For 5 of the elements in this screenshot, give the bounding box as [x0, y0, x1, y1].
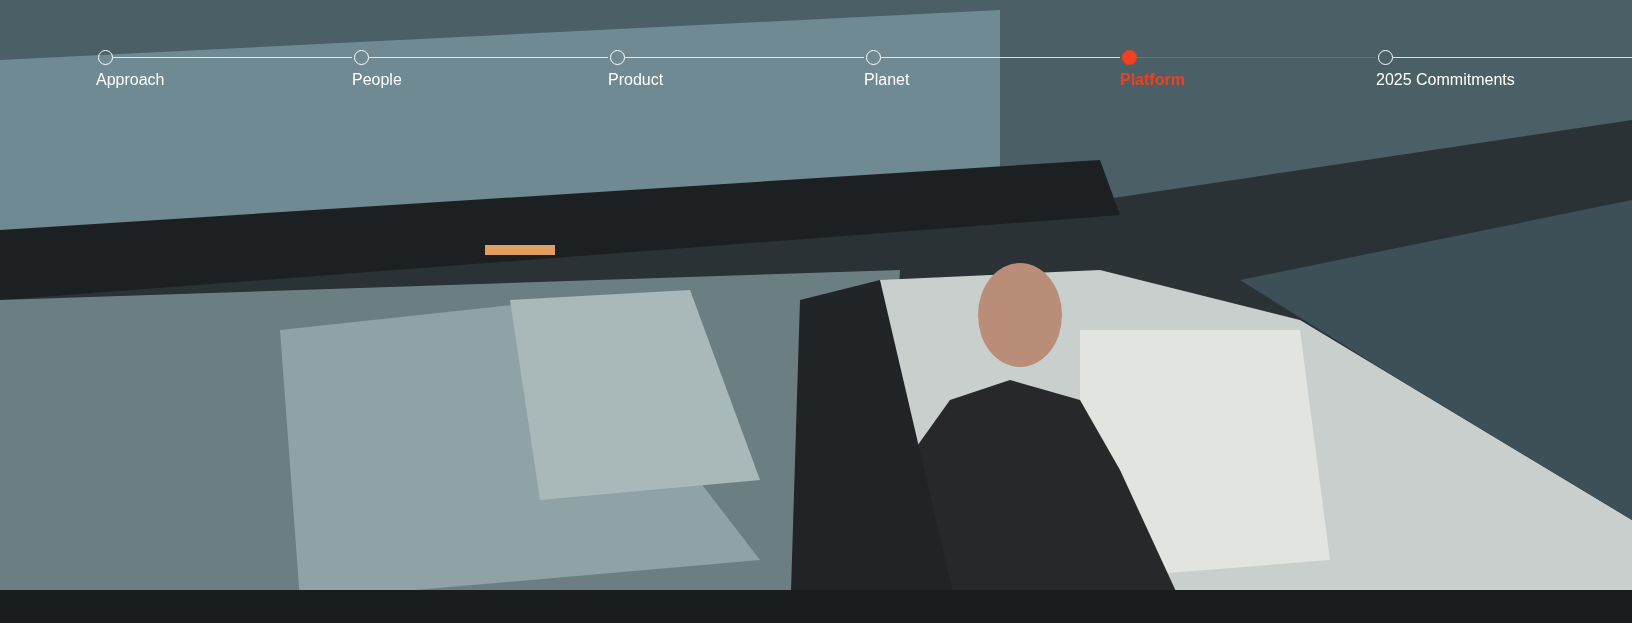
- timeline-tab[interactable]: Planet: [864, 69, 910, 91]
- timeline-tab[interactable]: Product: [608, 69, 664, 91]
- timeline-tab[interactable]: People: [352, 69, 402, 91]
- timeline-tab[interactable]: Approach: [96, 69, 165, 91]
- timeline-tab[interactable]: 2025 Commitments: [1376, 69, 1515, 91]
